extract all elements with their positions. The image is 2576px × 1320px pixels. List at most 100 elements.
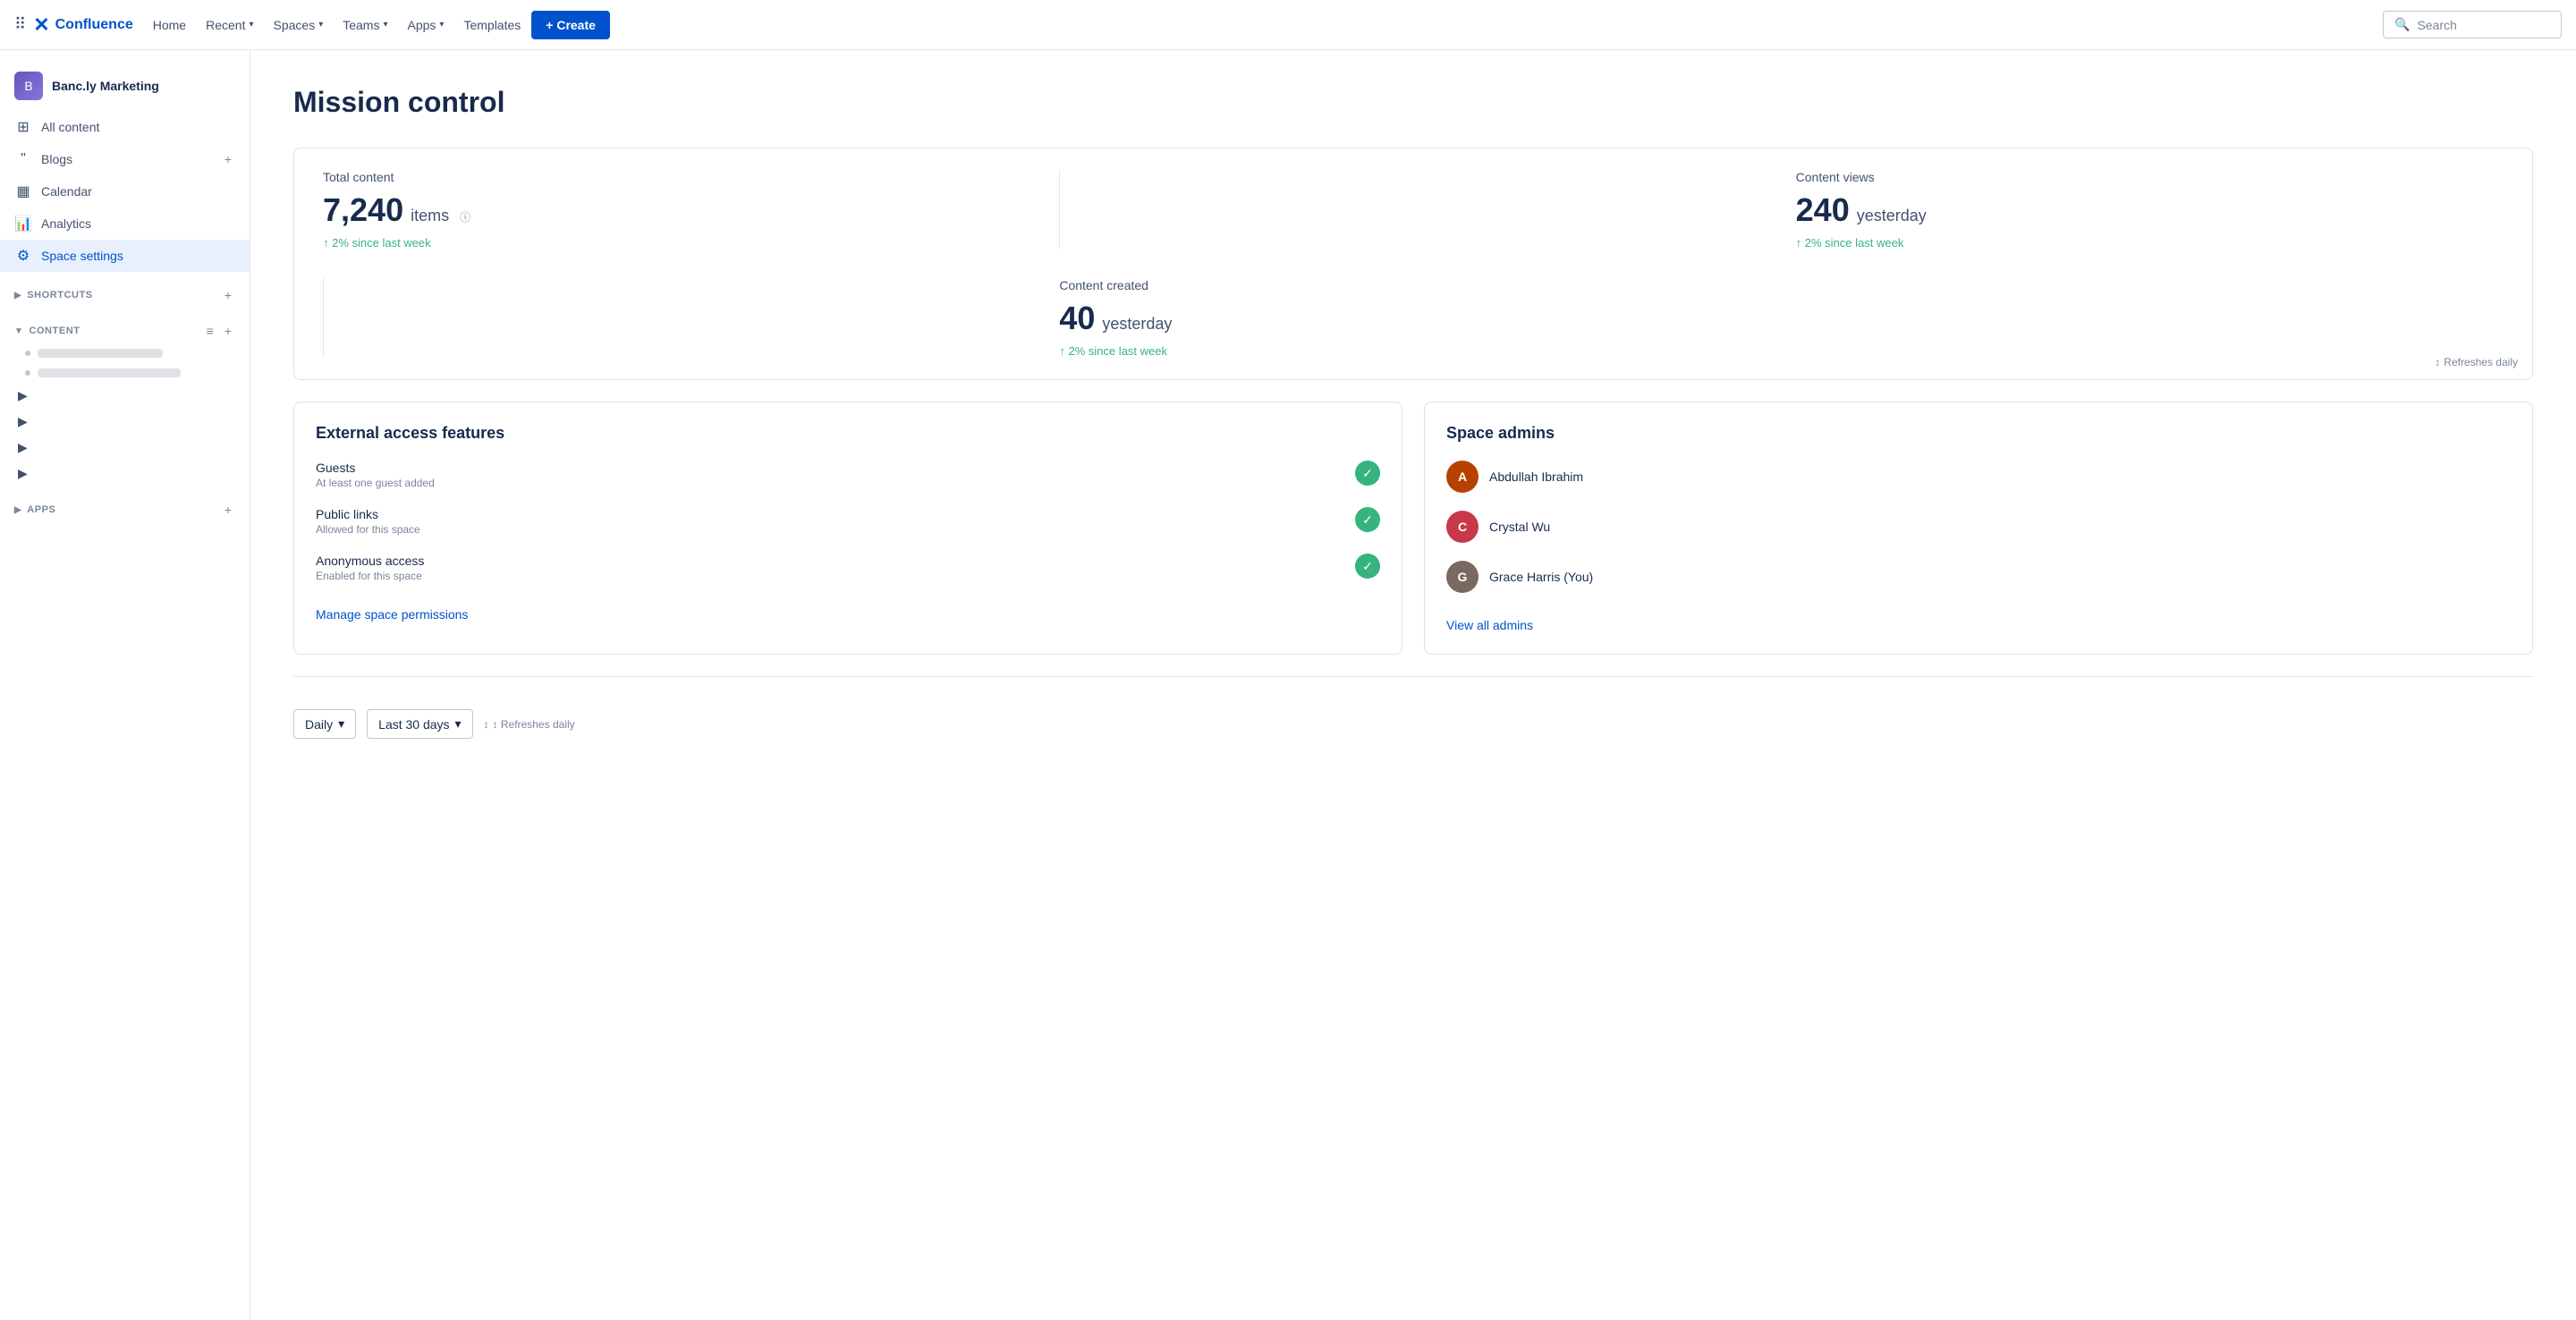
page-title: Mission control xyxy=(293,86,2533,119)
refresh-icon: ↕ xyxy=(484,718,489,731)
total-content-value: 7,240 xyxy=(323,191,403,229)
guests-feature: Guests At least one guest added ✓ xyxy=(316,461,1380,489)
content-created-stat: Content created 40 yesterday ↑ 2% since … xyxy=(1059,278,1767,358)
nav-links: Home Recent ▾ Spaces ▾ Teams ▾ Apps ▾ Te… xyxy=(144,11,2376,39)
content-item-3[interactable]: ▶ xyxy=(0,383,250,409)
content-item-4[interactable]: ▶ xyxy=(0,409,250,435)
bullet-icon xyxy=(25,370,30,376)
sidebar-item-all-content[interactable]: ⊞ All content xyxy=(0,111,250,143)
top-navigation: ⠿ ✕ Confluence Home Recent ▾ Spaces ▾ Te… xyxy=(0,0,2576,50)
nav-spaces[interactable]: Spaces ▾ xyxy=(265,13,333,38)
blogs-icon: " xyxy=(14,151,32,167)
nav-teams[interactable]: Teams ▾ xyxy=(334,13,396,38)
guests-desc: At least one guest added xyxy=(316,477,435,489)
search-icon: 🔍 xyxy=(2394,17,2410,32)
external-access-title: External access features xyxy=(316,424,1380,443)
confluence-brand-text: Confluence xyxy=(55,17,133,33)
add-content-button[interactable]: + xyxy=(221,322,235,340)
search-box[interactable]: 🔍 Search xyxy=(2383,11,2562,38)
external-access-card: External access features Guests At least… xyxy=(293,402,1402,655)
total-content-label: Total content xyxy=(323,170,1030,184)
anonymous-access-feature: Anonymous access Enabled for this space … xyxy=(316,554,1380,582)
divider xyxy=(293,676,2533,677)
cards-row: External access features Guests At least… xyxy=(293,402,2533,655)
space-icon: B xyxy=(14,72,43,100)
public-links-name: Public links xyxy=(316,507,420,521)
anonymous-access-check-icon: ✓ xyxy=(1355,554,1380,579)
daily-filter-button[interactable]: Daily ▾ xyxy=(293,709,356,739)
content-views-value: 240 xyxy=(1796,191,1850,229)
nav-home[interactable]: Home xyxy=(144,13,195,38)
admin-name-2: Crystal Wu xyxy=(1489,520,1550,534)
apps-section-actions: + xyxy=(221,501,235,519)
grid-icon[interactable]: ⠿ xyxy=(14,15,26,34)
sort-content-button[interactable]: ≡ xyxy=(203,322,217,340)
space-admins-title: Space admins xyxy=(1446,424,2511,443)
content-item-2[interactable] xyxy=(0,363,250,383)
refresh-icon: ↕ xyxy=(2435,356,2440,368)
chevron-down-icon: ▾ xyxy=(249,20,253,30)
guests-info: Guests At least one guest added xyxy=(316,461,435,489)
admin-name-3: Grace Harris (You) xyxy=(1489,570,1593,584)
total-content-stat: Total content 7,240 items ⓘ ↑ 2% since l… xyxy=(323,170,1030,250)
nav-recent[interactable]: Recent ▾ xyxy=(197,13,262,38)
confluence-x-icon: ✕ xyxy=(33,13,49,37)
total-content-value-row: 7,240 items ⓘ xyxy=(323,191,1030,229)
page-layout: B Banc.ly Marketing ⊞ All content " Blog… xyxy=(0,50,2576,1320)
content-views-label: Content views xyxy=(1796,170,2504,184)
main-content: Mission control Total content 7,240 item… xyxy=(250,50,2576,1320)
logo-area: ⠿ ✕ Confluence xyxy=(14,13,133,37)
last30-filter-button[interactable]: Last 30 days ▾ xyxy=(367,709,472,739)
shortcuts-section: ▶ SHORTCUTS + xyxy=(0,272,250,308)
settings-icon: ⚙ xyxy=(14,247,32,265)
total-content-trend: ↑ 2% since last week xyxy=(323,236,1030,250)
content-toggle[interactable]: ▼ xyxy=(14,326,23,336)
admin-avatar-1: A xyxy=(1446,461,1479,493)
public-links-info: Public links Allowed for this space xyxy=(316,507,420,536)
sidebar-item-calendar[interactable]: ▦ Calendar xyxy=(0,175,250,207)
view-all-admins-link[interactable]: View all admins xyxy=(1446,618,1533,632)
shortcuts-toggle[interactable]: ▶ xyxy=(14,291,21,300)
admin-name-1: Abdullah Ibrahim xyxy=(1489,470,1583,484)
nav-templates[interactable]: Templates xyxy=(454,13,530,38)
manage-permissions-link[interactable]: Manage space permissions xyxy=(316,607,468,622)
sidebar: B Banc.ly Marketing ⊞ All content " Blog… xyxy=(0,50,250,1320)
anonymous-access-name: Anonymous access xyxy=(316,554,424,568)
apps-toggle[interactable]: ▶ xyxy=(14,505,21,515)
content-views-stat: Content views 240 yesterday ↑ 2% since l… xyxy=(1796,170,2504,250)
sidebar-item-blogs[interactable]: " Blogs + xyxy=(0,143,250,175)
nav-apps[interactable]: Apps ▾ xyxy=(399,13,453,38)
content-item-1[interactable] xyxy=(0,343,250,363)
content-item-6[interactable]: ▶ xyxy=(0,461,250,487)
content-views-value-row: 240 yesterday xyxy=(1796,191,2504,229)
bottom-controls: Daily ▾ Last 30 days ▾ ↕ ↕ Refreshes dai… xyxy=(293,695,2533,739)
content-views-trend: ↑ 2% since last week xyxy=(1796,236,2504,250)
bottom-refresh-note: ↕ ↕ Refreshes daily xyxy=(484,718,575,731)
create-button[interactable]: + Create xyxy=(531,11,610,39)
total-content-unit: items xyxy=(411,207,449,225)
space-header[interactable]: B Banc.ly Marketing xyxy=(0,64,250,111)
sidebar-item-analytics[interactable]: 📊 Analytics xyxy=(0,207,250,240)
guests-name: Guests xyxy=(316,461,435,475)
content-section-header: ▼ CONTENT ≡ + xyxy=(0,308,250,343)
content-created-label: Content created xyxy=(1059,278,1767,292)
apps-section-header: ▶ APPS + xyxy=(0,487,250,522)
admin-avatar-3: G xyxy=(1446,561,1479,593)
content-line xyxy=(38,368,181,377)
all-content-icon: ⊞ xyxy=(14,118,32,136)
info-icon[interactable]: ⓘ xyxy=(460,209,470,224)
sidebar-item-space-settings[interactable]: ⚙ Space settings xyxy=(0,240,250,272)
add-blog-button[interactable]: + xyxy=(221,150,235,168)
refreshes-note: ↕ Refreshes daily xyxy=(2435,356,2518,368)
shortcuts-actions: + xyxy=(221,286,235,304)
content-item-5[interactable]: ▶ xyxy=(0,435,250,461)
expand-arrow-icon: ▶ xyxy=(18,440,28,455)
public-links-check-icon: ✓ xyxy=(1355,507,1380,532)
add-shortcut-button[interactable]: + xyxy=(221,286,235,304)
confluence-logo[interactable]: ✕ Confluence xyxy=(33,13,133,37)
add-app-button[interactable]: + xyxy=(221,501,235,519)
shortcuts-label: ▶ SHORTCUTS xyxy=(14,290,93,300)
analytics-icon: 📊 xyxy=(14,215,32,233)
space-name: Banc.ly Marketing xyxy=(52,79,159,93)
expand-arrow-icon: ▶ xyxy=(18,388,28,403)
